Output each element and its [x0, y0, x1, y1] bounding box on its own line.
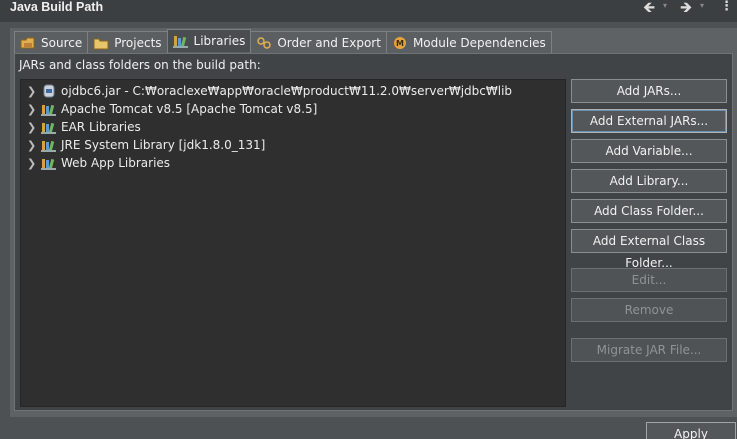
- library-icon: [41, 102, 57, 116]
- add-jars-button[interactable]: Add JARs...: [571, 79, 727, 103]
- order-export-icon: [256, 36, 272, 50]
- tab-projects[interactable]: Projects: [87, 31, 168, 53]
- add-external-jars-button[interactable]: Add External JARs...: [571, 109, 727, 133]
- tree-item[interactable]: ❯ Web App Libraries: [27, 154, 170, 172]
- tab-label: Order and Export: [277, 35, 381, 50]
- title-bar: [0, 0, 737, 22]
- library-icon: [41, 138, 57, 152]
- add-library-button[interactable]: Add Library...: [571, 169, 727, 193]
- tree-item[interactable]: ❯ Apache Tomcat v8.5 [Apache Tomcat v8.5…: [27, 100, 317, 118]
- tab-module-dependencies[interactable]: M Module Dependencies: [385, 31, 552, 53]
- section-label: JARs and class folders on the build path…: [19, 58, 261, 72]
- svg-text:M: M: [396, 39, 404, 48]
- chevron-right-icon[interactable]: ❯: [27, 103, 41, 116]
- tree-item-label: Web App Libraries: [61, 156, 171, 170]
- tab-libraries[interactable]: Libraries: [166, 29, 252, 52]
- chevron-right-icon[interactable]: ❯: [27, 139, 41, 152]
- migrate-jar-button[interactable]: Migrate JAR File...: [571, 338, 727, 362]
- back-dropdown-icon[interactable]: ▾: [663, 1, 667, 10]
- forward-arrow-icon[interactable]: 🡺: [680, 0, 692, 15]
- libraries-icon: [172, 34, 189, 48]
- tab-label: Libraries: [193, 34, 246, 48]
- back-arrow-icon[interactable]: 🡸: [643, 0, 655, 15]
- build-path-tree[interactable]: ❯ ojdbc6.jar - C:₩oraclexe₩app₩oracle₩pr…: [20, 79, 566, 407]
- tree-item[interactable]: ❯ ojdbc6.jar - C:₩oraclexe₩app₩oracle₩pr…: [27, 82, 512, 100]
- projects-icon: [93, 36, 109, 50]
- tab-label: Module Dependencies: [412, 35, 546, 50]
- tab-source[interactable]: Source: [14, 31, 89, 53]
- library-icon: [41, 156, 57, 170]
- add-external-class-folder-button[interactable]: Add External Class Folder...: [571, 229, 727, 270]
- remove-button[interactable]: Remove: [571, 298, 727, 322]
- library-icon: [41, 120, 57, 134]
- chevron-right-icon[interactable]: ❯: [27, 85, 41, 98]
- edit-button[interactable]: Edit...: [571, 268, 727, 292]
- view-menu-icon[interactable]: ⋮: [720, 0, 733, 14]
- chevron-right-icon[interactable]: ❯: [27, 157, 41, 170]
- tab-label: Source: [41, 35, 83, 50]
- module-icon: M: [392, 36, 408, 50]
- tree-item-label: ojdbc6.jar - C:₩oraclexe₩app₩oracle₩prod…: [61, 84, 513, 98]
- tab-order-export[interactable]: Order and Export: [250, 31, 387, 53]
- apply-button[interactable]: Apply: [646, 422, 736, 439]
- tab-label: Projects: [114, 35, 162, 50]
- source-icon: [20, 36, 36, 50]
- add-class-folder-button[interactable]: Add Class Folder...: [571, 199, 727, 223]
- add-variable-button[interactable]: Add Variable...: [571, 139, 727, 163]
- tree-item-label: Apache Tomcat v8.5 [Apache Tomcat v8.5]: [61, 102, 318, 116]
- tab-bar: Source Projects Libraries Order and Expo…: [14, 29, 552, 53]
- forward-dropdown-icon[interactable]: ▾: [700, 1, 704, 10]
- tree-item-label: JRE System Library [jdk1.8.0_131]: [61, 138, 266, 152]
- chevron-right-icon[interactable]: ❯: [27, 121, 41, 134]
- tree-item[interactable]: ❯ JRE System Library [jdk1.8.0_131]: [27, 136, 265, 154]
- jar-icon: [41, 84, 57, 98]
- tree-item[interactable]: ❯ EAR Libraries: [27, 118, 141, 136]
- tree-item-label: EAR Libraries: [61, 120, 141, 134]
- page-title: Java Build Path: [10, 0, 104, 14]
